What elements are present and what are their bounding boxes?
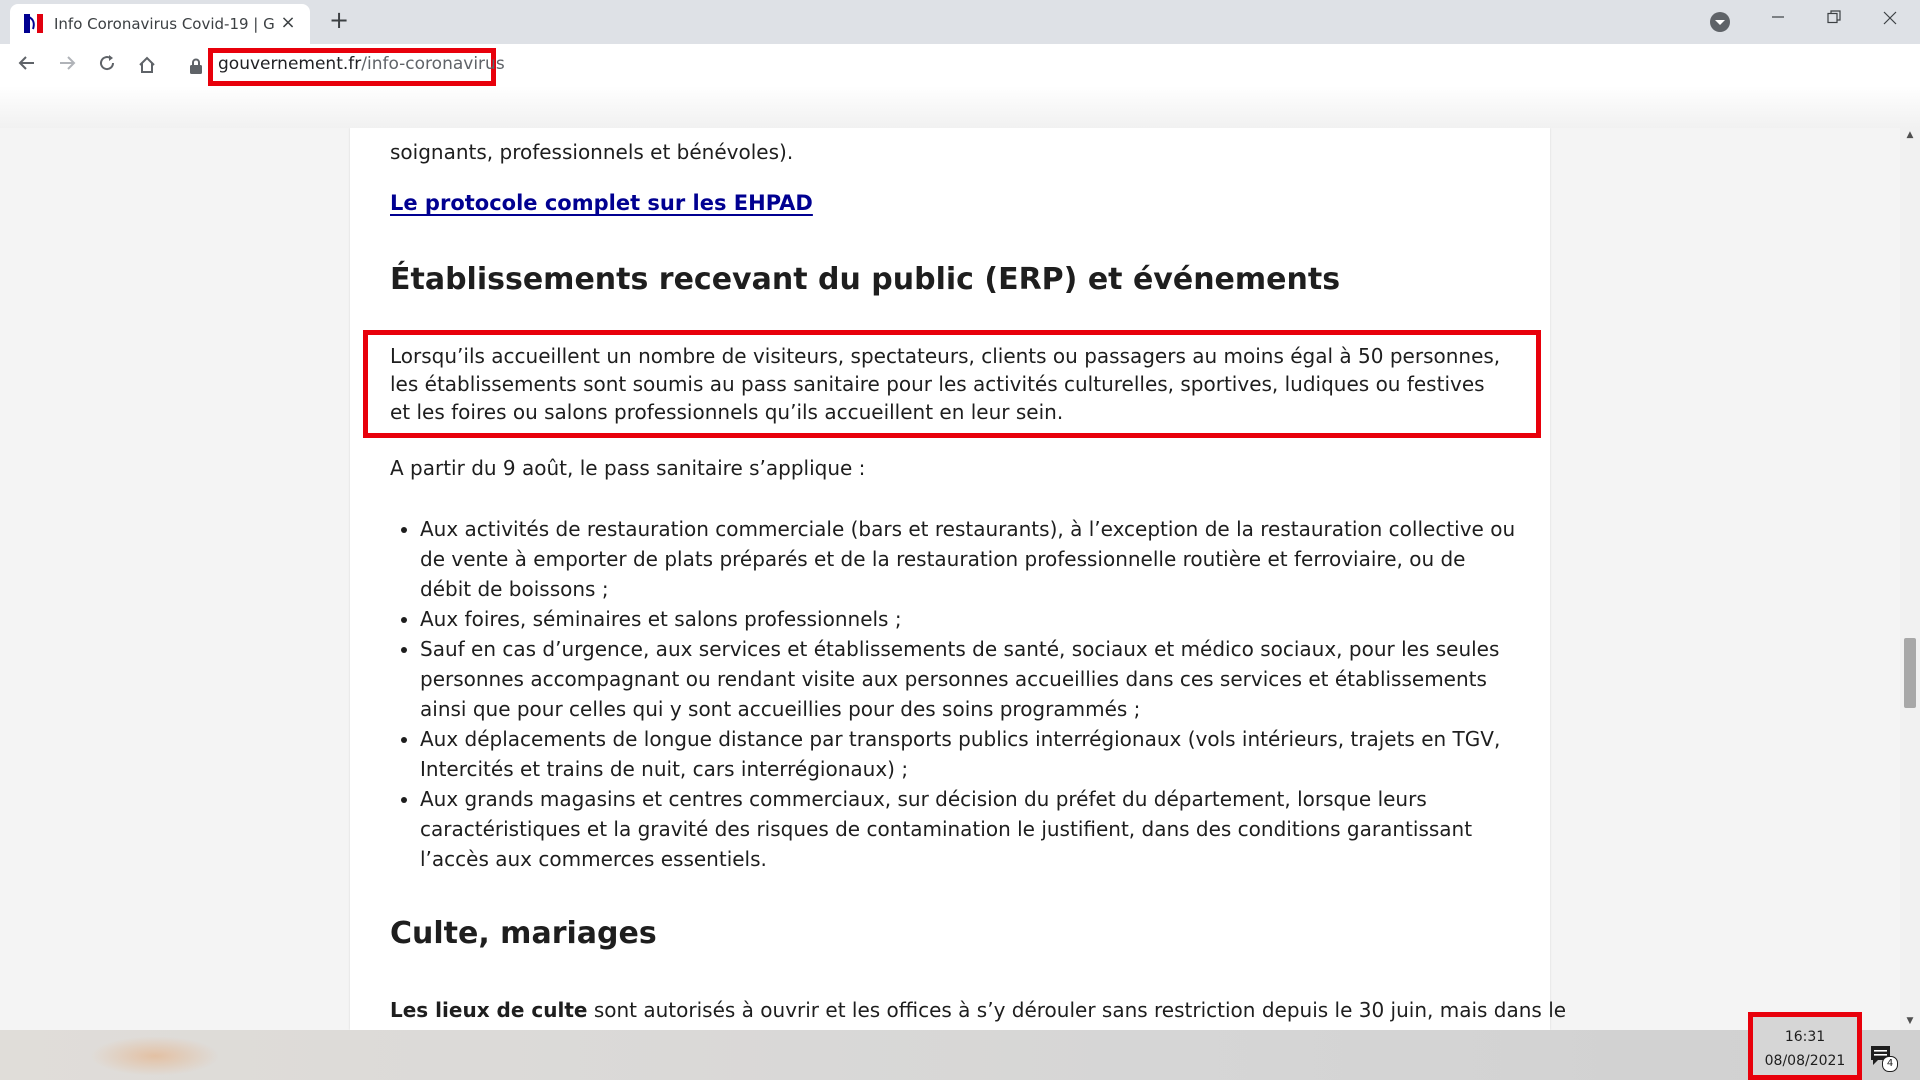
windows-taskbar: 16:31 08/08/2021 4: [0, 1012, 1920, 1080]
browser-tab[interactable]: Info Coronavirus Covid-19 | Gouvernement…: [10, 4, 310, 44]
page-scrollbar[interactable]: ▲ ▼: [1900, 128, 1920, 1030]
forward-arrow-icon[interactable]: [52, 50, 82, 80]
lock-icon[interactable]: [189, 58, 203, 74]
scroll-down-arrow-icon[interactable]: ▼: [1900, 1014, 1920, 1028]
page-viewport: soignants, professionnels et bénévoles).…: [0, 128, 1900, 1030]
intro-text: soignants, professionnels et bénévoles).: [390, 140, 794, 164]
taskbar-app-icon[interactable]: [90, 1036, 220, 1076]
minimize-window-icon[interactable]: [1750, 0, 1806, 40]
restore-window-icon[interactable]: [1806, 0, 1862, 40]
culte-bold-text: Les lieux de culte: [390, 998, 588, 1022]
culte-text: sont autorisés à ouvrir et les offices à…: [587, 998, 1567, 1022]
browser-tab-strip: Info Coronavirus Covid-19 | Gouvernement…: [0, 0, 1920, 44]
tab-close-icon[interactable]: ×: [276, 11, 300, 35]
reload-icon[interactable]: [92, 50, 122, 80]
section-heading-culte: Culte, mariages: [390, 916, 657, 951]
back-arrow-icon[interactable]: [12, 50, 42, 80]
erp-paragraph: Lorsqu’ils accueillent un nombre de visi…: [390, 344, 1501, 424]
bookmarks-bar: [0, 86, 1920, 129]
clock-time: 16:31: [1784, 1029, 1826, 1045]
taskbar-clock[interactable]: 16:31 08/08/2021: [1748, 1012, 1862, 1080]
home-icon[interactable]: [132, 50, 162, 80]
profile-menu-icon[interactable]: [1708, 10, 1732, 34]
list-item: Aux foires, séminaires et salons profess…: [420, 604, 1520, 634]
address-bar-input[interactable]: gouvernement.fr/info-coronavirus: [218, 54, 505, 74]
section-heading-erp: Établissements recevant du public (ERP) …: [390, 262, 1341, 297]
new-tab-button[interactable]: +: [325, 6, 353, 34]
scrollbar-thumb[interactable]: [1904, 638, 1916, 708]
notification-count-badge: 4: [1882, 1056, 1898, 1072]
url-path: /info-coronavirus: [361, 54, 505, 74]
culte-paragraph: Les lieux de culte sont autorisés à ouvr…: [390, 998, 1566, 1022]
list-item: Sauf en cas d’urgence, aux services et é…: [420, 634, 1520, 724]
browser-toolbar: gouvernement.fr/info-coronavirus: [0, 44, 1920, 86]
clock-date: 08/08/2021: [1764, 1053, 1846, 1069]
tab-title: Info Coronavirus Covid-19 | Gouvernement…: [54, 15, 274, 33]
url-domain: gouvernement.fr: [218, 54, 362, 74]
pass-sanitaire-list: Aux activités de restauration commercial…: [390, 514, 1520, 874]
list-item: Aux grands magasins et centres commercia…: [420, 784, 1520, 874]
scroll-up-arrow-icon[interactable]: ▲: [1900, 128, 1920, 142]
ehpad-protocol-link[interactable]: Le protocole complet sur les EHPAD: [390, 191, 813, 215]
marianne-favicon-icon: [24, 14, 43, 33]
list-item: Aux activités de restauration commercial…: [420, 514, 1520, 604]
list-item: Aux déplacements de longue distance par …: [420, 724, 1520, 784]
article-card: soignants, professionnels et bénévoles).…: [350, 128, 1566, 1030]
close-window-icon[interactable]: [1862, 0, 1918, 40]
list-intro: A partir du 9 août, le pass sanitaire s’…: [390, 456, 866, 480]
